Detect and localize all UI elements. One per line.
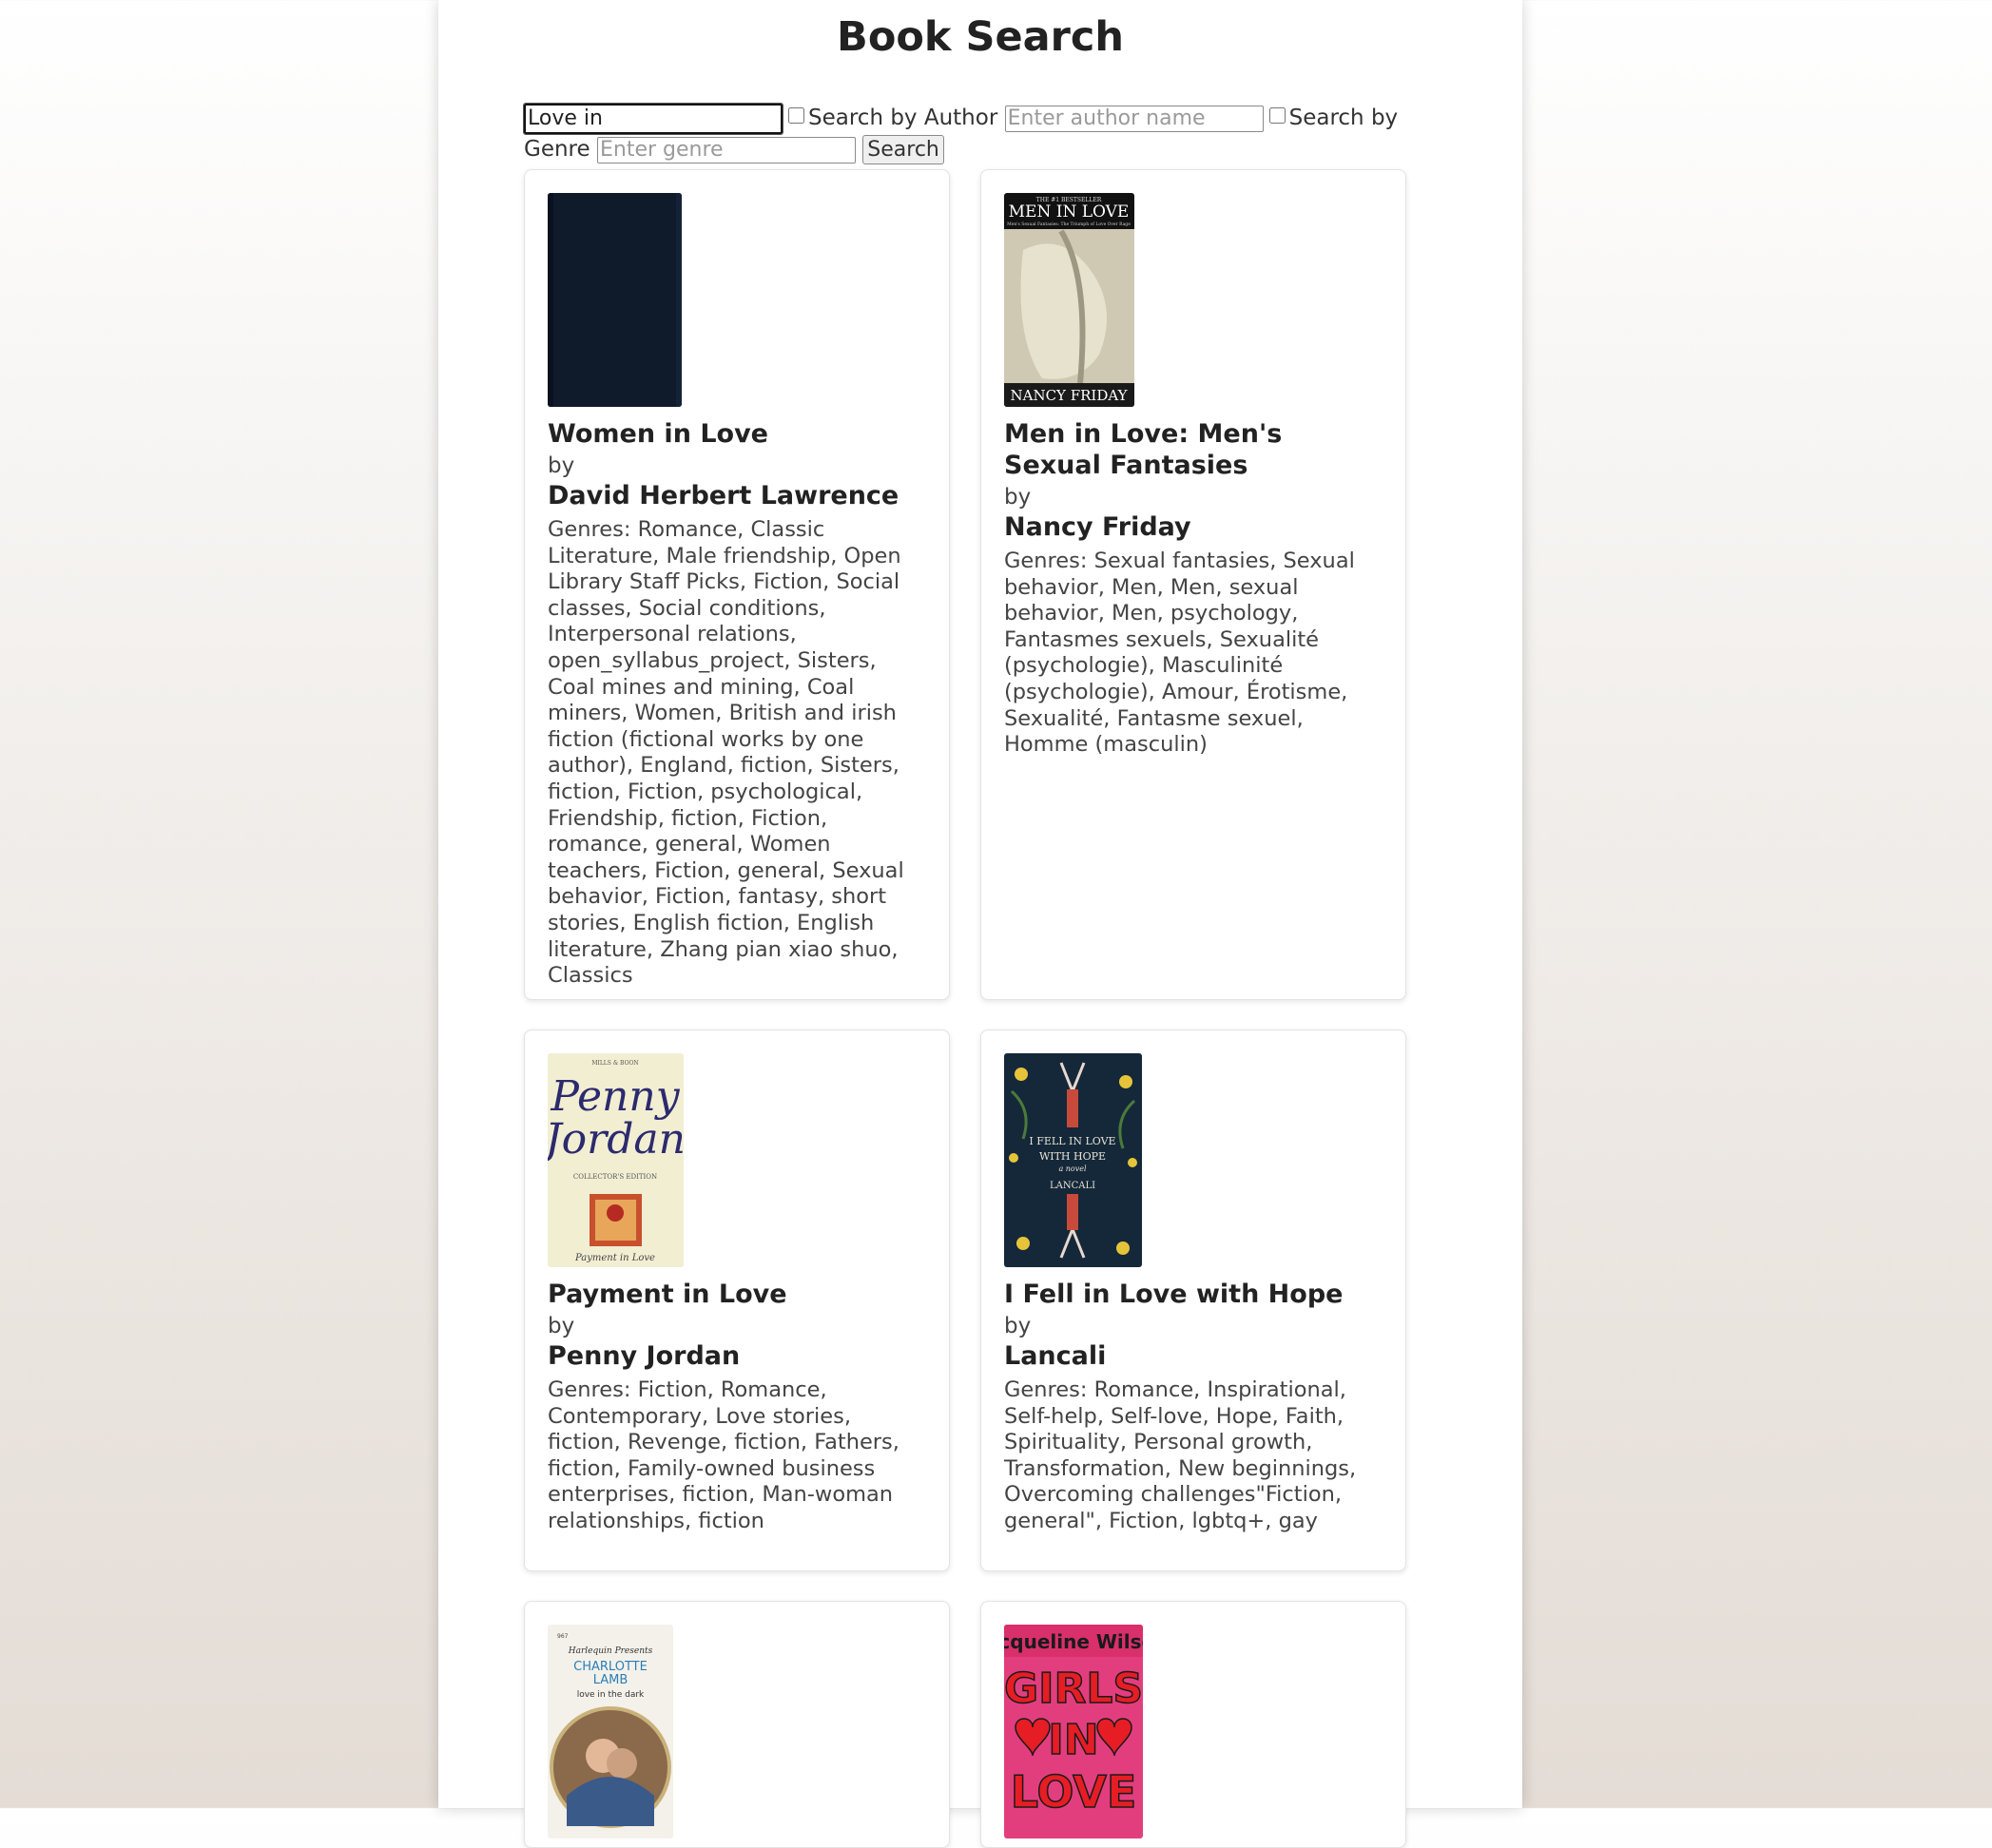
cover-heading: MEN IN LOVE — [1009, 202, 1130, 221]
cover-author-line2: LAMB — [593, 1673, 629, 1687]
search-form: Search by Author Search by Genre Search — [523, 102, 1418, 165]
book-cover-image[interactable]: 967 Harlequin Presents CHARLOTTE LAMB lo… — [548, 1625, 673, 1838]
cover-line2: WITH HOPE — [1039, 1150, 1106, 1163]
cover-author: NANCY FRIDAY — [1010, 387, 1128, 404]
search-by-author-label: Search by Author — [808, 106, 998, 130]
page-title: Book Search — [837, 13, 1124, 61]
book-cover-image[interactable]: MILLS & BOON Penny Jordan COLLECTOR'S ED… — [548, 1053, 684, 1267]
book-title: I Fell in Love with Hope — [1004, 1280, 1344, 1309]
search-by-genre-label-part2: Genre — [524, 137, 590, 162]
book-cover-image[interactable] — [548, 193, 682, 407]
cover-brand: Harlequin Presents — [568, 1646, 653, 1656]
cover-publisher: MILLS & BOON — [591, 1060, 638, 1067]
book-genres: Genres: Sexual fantasies, Sexual behavio… — [1004, 549, 1355, 758]
cover-code: 967 — [557, 1633, 569, 1640]
book-cover-image[interactable]: THE #1 BESTSELLER MEN IN LOVE Men's Sexu… — [1004, 193, 1134, 407]
book-card[interactable]: Jacqueline Wilson GIRLS IN LOVE — [980, 1601, 1406, 1848]
book-genres: Genres: Fiction, Romance, Contemporary, … — [548, 1377, 899, 1533]
cover-edition: COLLECTOR'S EDITION — [573, 1173, 657, 1181]
book-card[interactable]: 967 Harlequin Presents CHARLOTTE LAMB lo… — [524, 1601, 950, 1848]
search-by-genre-checkbox[interactable] — [1268, 107, 1286, 124]
cover-name-line2: Jordan — [548, 1115, 684, 1164]
book-title: Payment in Love — [548, 1280, 787, 1309]
page-container: Book Search Search by Author Search by Ge… — [438, 0, 1522, 1848]
cover-word3: LOVE — [1011, 1766, 1137, 1818]
cover-subtitle: Men's Sexual Fantasies: The Triumph of L… — [1007, 221, 1131, 227]
cover-word1: GIRLS — [1004, 1665, 1143, 1713]
search-by-author-checkbox[interactable] — [788, 107, 804, 124]
cover-name-line1: Penny — [550, 1072, 680, 1121]
cover-caption: love in the dark — [577, 1690, 645, 1700]
title-search-input[interactable] — [523, 102, 783, 135]
by-label: by — [1004, 1314, 1032, 1338]
cover-word2: IN — [1048, 1716, 1098, 1764]
cover-author: Jacqueline Wilson — [1004, 1630, 1143, 1653]
book-genres: Genres: Romance, Classic Literature, Mal… — [548, 517, 904, 989]
cover-line3: a novel — [1058, 1165, 1087, 1173]
search-by-genre-label-part1: Search by — [1288, 106, 1399, 130]
cover-line1: I FELL IN LOVE — [1029, 1135, 1115, 1147]
search-button[interactable]: Search — [862, 135, 944, 164]
genre-search-input[interactable] — [596, 136, 856, 164]
by-label: by — [548, 453, 575, 478]
book-title: Women in Love — [548, 419, 768, 449]
by-label: by — [1004, 485, 1032, 510]
author-search-input[interactable] — [1004, 105, 1264, 132]
cover-author-line1: CHARLOTTE — [573, 1660, 648, 1674]
book-author: Penny Jordan — [548, 1341, 741, 1371]
book-author: Lancali — [1004, 1341, 1107, 1371]
book-title: Men in Love: Men's Sexual Fantasies — [1004, 419, 1283, 480]
book-author: Nancy Friday — [1004, 512, 1191, 542]
book-cover-image[interactable]: I FELL IN LOVE WITH HOPE a novel LANCALI — [1004, 1053, 1142, 1267]
book-author: David Herbert Lawrence — [548, 481, 899, 510]
book-card[interactable]: THE #1 BESTSELLER MEN IN LOVE Men's Sexu… — [980, 169, 1406, 1000]
book-card[interactable]: I FELL IN LOVE WITH HOPE a novel LANCALI… — [980, 1030, 1406, 1571]
book-genres: Genres: Romance, Inspirational, Self-hel… — [1004, 1377, 1357, 1533]
book-card[interactable]: Women in Love by David Herbert Lawrence … — [524, 169, 950, 1000]
book-cover-image[interactable]: Jacqueline Wilson GIRLS IN LOVE — [1004, 1625, 1143, 1838]
by-label: by — [548, 1314, 575, 1338]
cover-caption: Payment in Love — [574, 1253, 655, 1263]
cover-author: LANCALI — [1050, 1181, 1095, 1191]
book-card[interactable]: MILLS & BOON Penny Jordan COLLECTOR'S ED… — [524, 1030, 950, 1571]
